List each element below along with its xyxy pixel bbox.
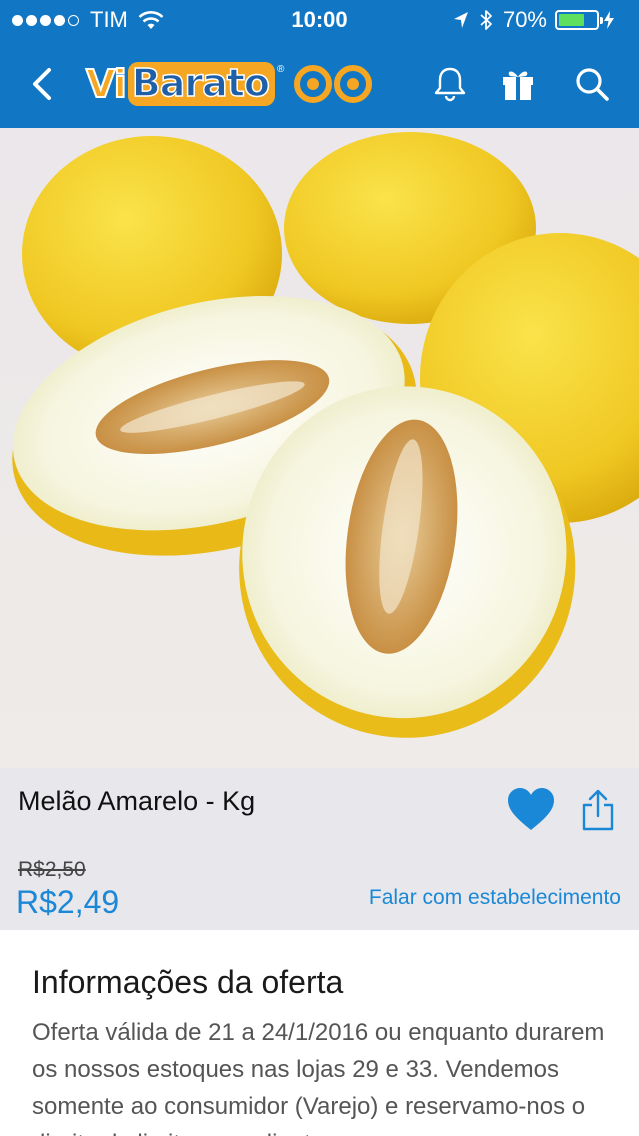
back-chevron-icon xyxy=(33,68,51,100)
notifications-button[interactable] xyxy=(430,64,470,104)
battery-level-fill xyxy=(559,14,584,26)
carrier-name: TIM xyxy=(90,7,128,32)
logo-registered-mark: ® xyxy=(277,64,285,75)
nav-bar: Vi Barato ® xyxy=(0,40,639,128)
status-bar: TIM 10:00 70% xyxy=(0,0,639,40)
vibarato-logo: Vi Barato ® xyxy=(85,58,374,110)
product-header: Melão Amarelo - Kg R$2,50 R$2,49 Falar c… xyxy=(0,768,639,930)
offer-info-section: Informações da oferta Oferta válida de 2… xyxy=(0,930,639,1136)
search-icon xyxy=(576,68,609,101)
status-right: 70% xyxy=(453,7,625,33)
search-button[interactable] xyxy=(572,64,612,104)
logo-barato: Barato xyxy=(127,62,276,106)
share-icon[interactable] xyxy=(580,788,616,832)
back-button[interactable] xyxy=(20,62,64,106)
old-price: R$2,50 xyxy=(18,858,86,881)
signal-strength-icon xyxy=(12,14,82,26)
offer-info-text: Oferta válida de 21 a 24/1/2016 ou enqua… xyxy=(32,1019,605,1136)
current-price: R$2,49 xyxy=(16,884,120,920)
location-arrow-icon xyxy=(453,12,468,28)
charging-bolt-icon xyxy=(604,11,614,29)
gifts-button[interactable] xyxy=(498,64,538,104)
battery-icon xyxy=(555,10,603,30)
logo-eyes-icon xyxy=(294,65,374,103)
product-title: Melão Amarelo - Kg xyxy=(18,786,256,816)
contact-store-link[interactable]: Falar com estabelecimento xyxy=(369,886,621,910)
favorite-heart-icon[interactable] xyxy=(506,786,556,832)
product-photo xyxy=(0,128,639,768)
battery-percent: 70% xyxy=(502,7,547,32)
bell-icon xyxy=(434,67,466,102)
wifi-icon xyxy=(138,11,164,29)
gift-icon xyxy=(503,71,533,100)
melon-photo xyxy=(0,128,639,768)
offer-info-heading: Informações da oferta xyxy=(32,964,344,1000)
status-left: TIM xyxy=(12,7,164,33)
logo-vi: Vi xyxy=(85,62,128,106)
bluetooth-icon xyxy=(480,10,492,30)
